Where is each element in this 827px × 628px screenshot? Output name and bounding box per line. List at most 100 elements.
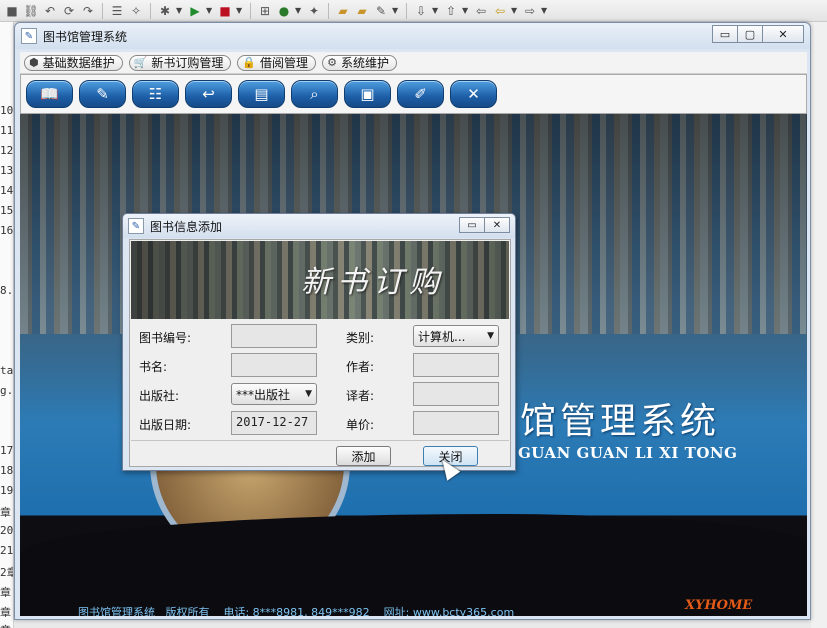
dropdown-arrow-icon[interactable]: ▼	[541, 6, 549, 15]
dialog-icon: ✎	[128, 218, 144, 234]
folder-icon[interactable]: ▰	[354, 3, 370, 19]
maximize-button[interactable]: ▢	[737, 25, 763, 43]
toolbar-button-shelf[interactable]: ▤	[238, 80, 285, 108]
dropdown-arrow-icon[interactable]: ▼	[236, 6, 244, 15]
chevron-down-icon: ▼	[487, 331, 494, 341]
toolbar-button-book[interactable]: 📖	[26, 80, 73, 108]
prev-annotation-icon[interactable]: ⇧	[443, 3, 459, 19]
dialog-close-button[interactable]: ✕	[484, 217, 510, 233]
price-input[interactable]	[413, 411, 499, 435]
line-fragment: 章	[0, 622, 11, 628]
menu-label: 系统维护	[340, 56, 389, 70]
company-logo: XYHOME	[685, 598, 753, 613]
line-fragment: 18	[0, 464, 14, 477]
magic-icon[interactable]: ✧	[128, 3, 144, 19]
dialog-title: 图书信息添加	[150, 219, 223, 234]
book-open-icon: 📖	[40, 85, 59, 103]
exit-icon: ✕	[467, 85, 480, 103]
next-annotation-icon[interactable]: ⇩	[413, 3, 429, 19]
category-label: 类别:	[346, 331, 375, 345]
author-input[interactable]	[413, 353, 499, 377]
line-fragment: 8.0	[0, 284, 14, 297]
window-title: 图书馆管理系统	[43, 29, 128, 44]
ide-toolbar: ■ ⛓ ↶ ⟳ ↷ ☰ ✧ ✱ ▼ ▶ ▼ ■ ▼ ⊞ ● ▼ ✦ ▰ ▰ ✎ …	[0, 0, 827, 22]
minimize-button[interactable]: ▭	[712, 25, 738, 43]
menu-new-book-order[interactable]: 🛒 新书订购管理	[128, 54, 232, 71]
link-icon[interactable]: ⛓	[23, 3, 39, 19]
menu-basic-data[interactable]: ⬢ 基础数据维护	[24, 54, 123, 71]
dropdown-arrow-icon[interactable]: ▼	[206, 6, 214, 15]
menu-borrow[interactable]: 🔒 借阅管理	[237, 54, 317, 71]
settings-icon[interactable]: ✦	[306, 3, 322, 19]
line-fragment: 17	[0, 444, 14, 457]
line-fragment: 20	[0, 524, 14, 537]
dropdown-arrow-icon[interactable]: ▼	[295, 6, 303, 15]
new-class-icon[interactable]: ●	[276, 3, 292, 19]
category-value: 计算机...	[418, 329, 466, 344]
line-fragment: g.l	[0, 384, 14, 397]
divider	[102, 2, 103, 19]
toolbar-button-screen[interactable]: ▣	[344, 80, 391, 108]
line-fragment: 13	[0, 164, 14, 177]
ide-left-panel: 10 11 12 13 14 15 16 8.0 ta. g.l 17 18 1…	[0, 22, 14, 628]
dialog-banner: 新书订购	[131, 241, 509, 319]
publisher-select[interactable]: ***出版社 ▼	[231, 383, 317, 405]
forward-icon[interactable]: ⇨	[522, 3, 538, 19]
line-fragment: 12	[0, 144, 14, 157]
line-fragment: 15	[0, 204, 14, 217]
dialog-minimize-button[interactable]: ▭	[459, 217, 485, 233]
book-name-input[interactable]	[231, 353, 317, 377]
list-icon[interactable]: ☰	[109, 3, 125, 19]
debug-icon[interactable]: ✱	[157, 3, 173, 19]
publisher-value: ***出版社	[236, 387, 291, 402]
dropdown-arrow-icon[interactable]: ▼	[176, 6, 184, 15]
menu-system[interactable]: ⚙ 系统维护	[322, 54, 397, 71]
lock-icon: 🔒	[242, 56, 257, 69]
refresh-icon[interactable]: ⟳	[61, 3, 77, 19]
redo-icon[interactable]: ↷	[80, 3, 96, 19]
line-fragment: 章	[0, 506, 11, 519]
category-select[interactable]: 计算机... ▼	[413, 325, 499, 347]
main-titlebar[interactable]: ✎ 图书馆管理系统 ▭ ▢ ✕	[15, 23, 810, 49]
book-no-input[interactable]	[231, 324, 317, 348]
translator-input[interactable]	[413, 382, 499, 406]
brand-subtitle: GUAN GUAN LI XI TONG	[518, 444, 738, 462]
dropdown-arrow-icon[interactable]: ▼	[462, 6, 470, 15]
line-fragment: 章	[0, 586, 11, 599]
run-icon[interactable]: ▶	[187, 3, 203, 19]
toolbar-button-list[interactable]: ☷	[132, 80, 179, 108]
external-tools-icon[interactable]: ■	[217, 3, 233, 19]
open-folder-icon[interactable]: ▰	[335, 3, 351, 19]
pen-icon: ✐	[414, 85, 427, 103]
close-button[interactable]: ✕	[762, 25, 804, 43]
dropdown-arrow-icon[interactable]: ▼	[432, 6, 440, 15]
line-fragment: 16	[0, 224, 14, 237]
toolbar-button-exit[interactable]: ✕	[450, 80, 497, 108]
pen-icon[interactable]: ✎	[373, 3, 389, 19]
dialog-titlebar[interactable]: ✎ 图书信息添加 ▭ ✕	[123, 214, 515, 238]
search-icon: ⌕	[310, 85, 319, 103]
back-icon[interactable]: ⇦	[492, 3, 508, 19]
add-button[interactable]: 添加	[336, 446, 391, 466]
last-edit-icon[interactable]: ⇦	[473, 3, 489, 19]
pub-date-label: 出版日期:	[139, 418, 192, 432]
edit-icon: ✎	[96, 85, 109, 103]
menu-label: 新书订购管理	[151, 56, 224, 70]
banner-title: 新书订购	[301, 265, 445, 300]
brand-title: 馆管理系统	[520, 401, 721, 442]
pub-date-input[interactable]: 2017-12-27	[231, 411, 317, 435]
toolbar-button-search[interactable]: ⌕	[291, 80, 338, 108]
toolbar-button-return[interactable]: ↩	[185, 80, 232, 108]
shelf-icon: ▤	[254, 85, 269, 103]
undo-icon[interactable]: ↶	[42, 3, 58, 19]
price-label: 单价:	[346, 418, 375, 432]
package-icon[interactable]: ⊞	[257, 3, 273, 19]
gear-icon: ⚙	[327, 56, 337, 69]
stop-icon[interactable]: ■	[4, 3, 20, 19]
author-label: 作者:	[346, 360, 375, 374]
toolbar-button-edit[interactable]: ✎	[79, 80, 126, 108]
toolbar-button-pen[interactable]: ✐	[397, 80, 444, 108]
dropdown-arrow-icon[interactable]: ▼	[392, 6, 400, 15]
app-toolbar: 📖 ✎ ☷ ↩ ▤ ⌕ ▣ ✐ ✕	[20, 74, 807, 114]
dropdown-arrow-icon[interactable]: ▼	[511, 6, 519, 15]
